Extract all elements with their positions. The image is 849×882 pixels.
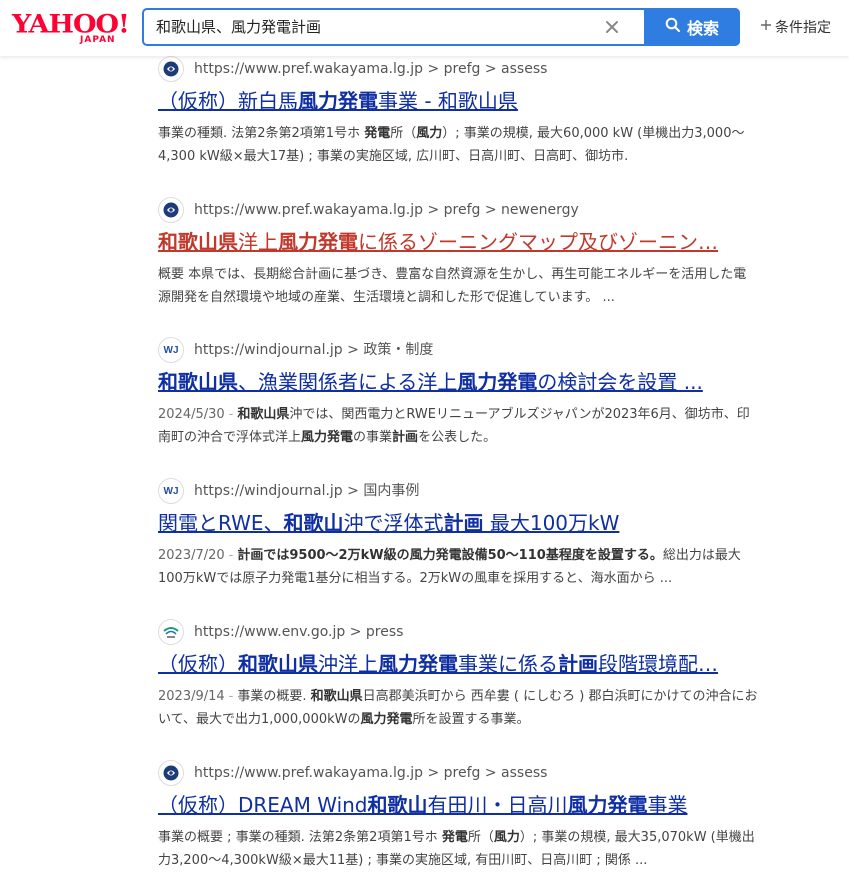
- favicon-text: WJ: [163, 485, 179, 497]
- wakayama-pref-icon[interactable]: [158, 56, 184, 82]
- highlight-text: 計画: [558, 652, 598, 676]
- text-segment: 有田川・日高川: [427, 793, 568, 817]
- clear-icon[interactable]: [602, 17, 622, 37]
- search-icon: [665, 17, 681, 37]
- text-segment: に係るゾーニングマップ及びゾーニン…: [358, 230, 718, 254]
- highlight-text: 和歌山県: [310, 689, 363, 704]
- search-input[interactable]: [156, 10, 596, 44]
- highlight-text: 発電: [441, 830, 468, 845]
- text-segment: 、漁業関係者による洋上: [238, 370, 458, 394]
- text-segment: の検討会を設置 ...: [537, 370, 703, 394]
- result-url[interactable]: https://windjournal.jp > 国内事例: [194, 481, 419, 501]
- text-segment: 関電とRWE、: [158, 511, 284, 535]
- wakayama-pref-icon[interactable]: [158, 760, 184, 786]
- result-url[interactable]: https://www.pref.wakayama.lg.jp > prefg …: [194, 59, 547, 79]
- header: YAHOO! JAPAN 検索 条件指定: [0, 0, 849, 56]
- text-segment: （仮称）DREAM Wind: [158, 793, 368, 817]
- result-snippet: 事業の概要 ; 事業の種類. 法第2条第2項第1号ホ 発電所（風力）; 事業の規…: [158, 826, 758, 872]
- env-go-icon[interactable]: [158, 619, 184, 645]
- text-segment: を公表した。: [418, 430, 497, 445]
- text-segment: の事業: [353, 430, 393, 445]
- conditions-label: 条件指定: [775, 20, 831, 36]
- result-date: 2023/7/20: [158, 548, 225, 563]
- highlight-text: 和歌山県: [158, 230, 238, 254]
- text-segment: （仮称）: [158, 652, 238, 676]
- text-segment: 沖洋上: [318, 652, 378, 676]
- highlight-text: 風力: [416, 126, 443, 141]
- result-snippet: 2023/9/14- 事業の概要. 和歌山県日高郡美浜町から 西牟婁 ( にしむろ…: [158, 685, 758, 731]
- date-separator: -: [228, 407, 234, 422]
- result-title-link[interactable]: （仮称）新白馬風力発電事業 - 和歌山県: [158, 87, 758, 115]
- highlight-text: 和歌山: [367, 793, 428, 817]
- yahoo-japan-logo[interactable]: YAHOO! JAPAN: [12, 10, 130, 46]
- result-title-link[interactable]: 和歌山県洋上風力発電に係るゾーニングマップ及びゾーニン…: [158, 228, 758, 256]
- text-segment: 事業: [647, 793, 688, 817]
- highlight-text: 和歌山県: [238, 652, 318, 676]
- result-title-link[interactable]: 和歌山県、漁業関係者による洋上風力発電の検討会を設置 ...: [158, 368, 758, 396]
- highlight-text: 計画: [392, 430, 419, 445]
- text-segment: 洋上: [238, 230, 278, 254]
- windjournal-icon[interactable]: WJ: [158, 337, 184, 363]
- text-segment: （仮称）新白馬: [158, 89, 298, 113]
- result-url[interactable]: https://www.pref.wakayama.lg.jp > prefg …: [194, 763, 547, 783]
- highlight-text: 計画では9500～2万kW級の風力発電設備50～110基程度を設置する。: [237, 548, 663, 563]
- result-title-link[interactable]: （仮称）DREAM Wind和歌山有田川・日高川風力発電事業: [158, 791, 758, 819]
- text-segment: 所（: [467, 830, 494, 845]
- highlight-text: 風力発電: [301, 430, 354, 445]
- result-snippet: 概要 本県では、長期総合計画に基づき、豊富な自然資源を生かし、再生可能エネルギー…: [158, 263, 758, 309]
- text-segment: 所（: [390, 126, 417, 141]
- text-segment: 事業 - 和歌山県: [378, 89, 518, 113]
- highlight-text: 和歌山県: [158, 370, 238, 394]
- text-segment: 沖で浮体式: [343, 511, 444, 535]
- text-segment: 事業の概要 ; 事業の種類. 法第2条第2項第1号ホ: [158, 830, 442, 845]
- highlight-text: 風力発電: [567, 793, 648, 817]
- search-box: 検索: [142, 8, 740, 46]
- highlight-text: 風力発電: [457, 370, 538, 394]
- result-url[interactable]: https://windjournal.jp > 政策・制度: [194, 340, 433, 360]
- favicon-text: WJ: [163, 344, 179, 356]
- logo-sub-text: JAPAN: [80, 35, 116, 45]
- wakayama-pref-icon[interactable]: [158, 197, 184, 223]
- result-snippet: 2024/5/30- 和歌山県沖では、関西電力とRWEリニューアブルズジャパンが2…: [158, 403, 758, 449]
- text-segment: 事業の種類. 法第2条第2項第1号ホ: [158, 126, 365, 141]
- result-title-link[interactable]: （仮称）和歌山県沖洋上風力発電事業に係る計画段階環境配…: [158, 650, 758, 678]
- result-date: 2023/9/14: [158, 689, 225, 704]
- search-button-label: 検索: [686, 19, 719, 38]
- result-url[interactable]: https://www.pref.wakayama.lg.jp > prefg …: [194, 200, 579, 220]
- highlight-text: 風力発電: [378, 652, 458, 676]
- highlight-text: 発電: [364, 126, 391, 141]
- highlight-text: 風力発電: [278, 230, 358, 254]
- date-separator: -: [228, 548, 234, 563]
- windjournal-icon[interactable]: WJ: [158, 478, 184, 504]
- text-segment: 所を設置する事業。: [412, 712, 530, 727]
- text-segment: 概要 本県では、長期総合計画に基づき、豊富な自然資源を生かし、再生可能エネルギー…: [158, 267, 747, 305]
- result-date: 2024/5/30: [158, 407, 225, 422]
- text-segment: 段階環境配…: [598, 652, 718, 676]
- search-button[interactable]: 検索: [644, 8, 740, 46]
- highlight-text: 風力発電: [298, 89, 378, 113]
- result-title-link[interactable]: 関電とRWE、和歌山沖で浮体式計画 最大100万kW: [158, 509, 758, 537]
- highlight-text: 計画: [443, 511, 484, 535]
- highlight-text: 和歌山: [283, 511, 344, 535]
- text-segment: 事業に係る: [458, 652, 558, 676]
- plus-icon: [760, 19, 772, 35]
- date-separator: -: [228, 689, 234, 704]
- highlight-text: 和歌山県: [237, 407, 290, 422]
- text-segment: 最大100万kW: [483, 511, 620, 535]
- result-snippet: 2023/7/20- 計画では9500～2万kW級の風力発電設備50～110基程度…: [158, 544, 758, 590]
- result-url[interactable]: https://www.env.go.jp > press: [194, 622, 403, 642]
- result-snippet: 事業の種類. 法第2条第2項第1号ホ 発電所（風力）; 事業の規模, 最大60,…: [158, 122, 758, 168]
- highlight-text: 風力発電: [360, 712, 413, 727]
- conditions-button[interactable]: 条件指定: [760, 17, 831, 37]
- text-segment: 事業の概要.: [237, 689, 311, 704]
- highlight-text: 風力: [493, 830, 520, 845]
